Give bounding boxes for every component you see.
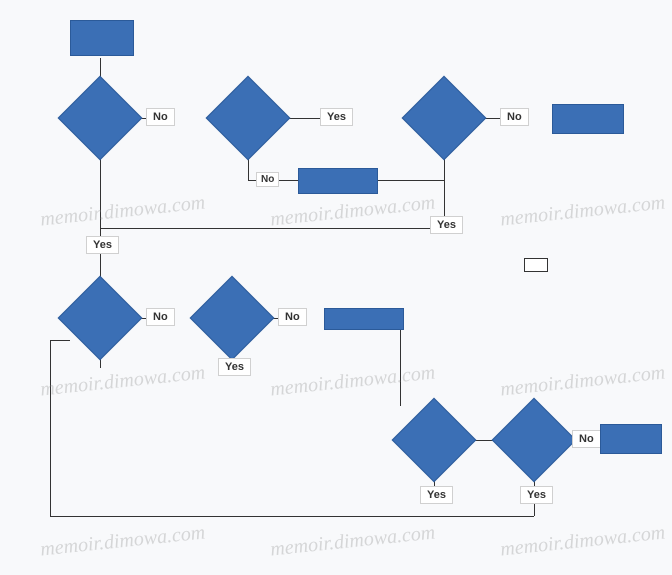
watermark: memoir.dimowa.com — [39, 521, 206, 561]
label-yes: Yes — [430, 216, 463, 234]
decision-7 — [504, 410, 564, 470]
decision-2 — [218, 88, 278, 148]
decision-3-text — [408, 82, 480, 154]
decision-2-text — [212, 82, 284, 154]
decision-5 — [202, 288, 262, 348]
decision-1 — [70, 88, 130, 148]
watermark: memoir.dimowa.com — [39, 191, 206, 231]
watermark: memoir.dimowa.com — [39, 361, 206, 401]
label-no: No — [146, 308, 175, 326]
process-row2 — [324, 308, 404, 330]
label-yes: Yes — [320, 108, 353, 126]
decision-4 — [70, 288, 130, 348]
small-indicator-box — [524, 258, 548, 272]
watermark: memoir.dimowa.com — [269, 191, 436, 231]
label-no: No — [278, 308, 307, 326]
process-far-right — [600, 424, 662, 454]
label-yes: Yes — [520, 486, 553, 504]
watermark: memoir.dimowa.com — [499, 361, 666, 401]
decision-3 — [414, 88, 474, 148]
decision-5-text — [196, 282, 268, 354]
watermark: memoir.dimowa.com — [499, 521, 666, 561]
label-no: No — [572, 430, 601, 448]
label-no: No — [146, 108, 175, 126]
decision-6-text — [398, 404, 470, 476]
process-middle — [298, 168, 378, 194]
decision-7-text — [498, 404, 570, 476]
start-node — [70, 20, 134, 56]
decision-1-text — [64, 82, 136, 154]
label-no: No — [500, 108, 529, 126]
watermark: memoir.dimowa.com — [499, 191, 666, 231]
label-yes: Yes — [86, 236, 119, 254]
watermark: memoir.dimowa.com — [269, 361, 436, 401]
decision-4-text — [64, 282, 136, 354]
label-yes: Yes — [420, 486, 453, 504]
label-yes: Yes — [218, 358, 251, 376]
decision-6 — [404, 410, 464, 470]
process-top-right — [552, 104, 624, 134]
watermark: memoir.dimowa.com — [269, 521, 436, 561]
label-no: No — [256, 172, 279, 187]
flowchart-canvas: No Yes No No Yes Yes No No Yes — [0, 0, 672, 575]
